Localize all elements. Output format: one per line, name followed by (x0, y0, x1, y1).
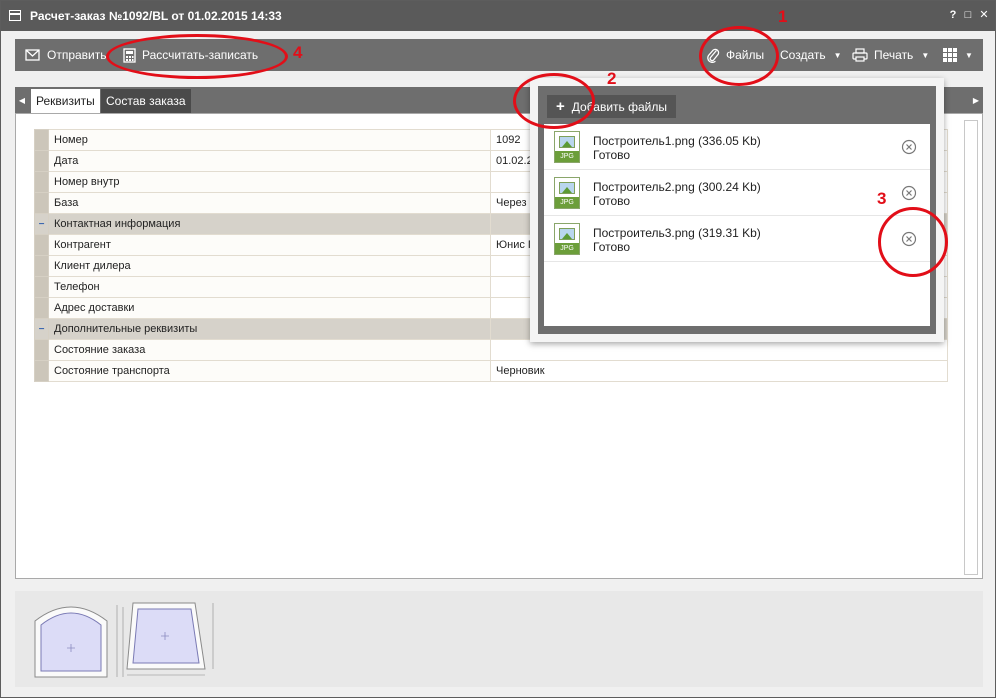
row-label: Дата (48, 150, 491, 172)
create-button[interactable]: Создать ▼ (780, 39, 842, 71)
paperclip-icon (707, 48, 720, 63)
grid-menu-button[interactable]: ▼ (943, 39, 973, 71)
remove-file-icon[interactable] (901, 139, 917, 155)
table-row: Состояние заказа (34, 339, 948, 361)
remove-file-icon[interactable] (901, 185, 917, 201)
files-button[interactable]: Файлы (706, 39, 764, 71)
grid-icon (943, 48, 957, 62)
send-button[interactable]: Отправить (25, 39, 107, 71)
send-label: Отправить (47, 48, 107, 62)
row-value[interactable]: Черновик (490, 360, 948, 382)
create-chevron-down-icon: ▼ (833, 50, 842, 60)
print-button[interactable]: Печать ▼ (852, 39, 929, 71)
row-label: Адрес доставки (48, 297, 491, 319)
annotation-number: 2 (607, 69, 617, 88)
list-item[interactable]: JPG Построитель1.png (336.05 Kb) Готово (544, 124, 930, 170)
files-popup: + Добавить файлы JPG Построитель1.png (3… (530, 78, 944, 342)
tabs-scroll-right-icon[interactable]: ▶ (969, 87, 983, 113)
file-name: Построитель1.png (336.05 Kb) (593, 134, 761, 148)
annotation-number: 4 (293, 43, 303, 62)
file-list: JPG Построитель1.png (336.05 Kb) Готово … (544, 124, 930, 326)
file-status: Готово (593, 240, 631, 254)
file-status: Готово (593, 148, 631, 162)
window-title: Расчет-заказ №1092/BL от 01.02.2015 14:3… (30, 9, 282, 23)
print-chevron-down-icon: ▼ (921, 50, 930, 60)
collapse-icon[interactable]: − (34, 213, 49, 235)
list-item[interactable]: JPG Построитель2.png (300.24 Kb) Готово (544, 170, 930, 216)
group-label: Контактная информация (48, 213, 491, 235)
plus-icon: + (556, 98, 565, 115)
calculator-icon (123, 47, 136, 63)
row-label: Телефон (48, 276, 491, 298)
calculate-save-label: Рассчитать-записать (142, 48, 259, 62)
row-label: Состояние заказа (48, 339, 491, 361)
add-files-button[interactable]: + Добавить файлы (547, 95, 677, 118)
image-file-icon: JPG (554, 131, 580, 163)
window-drawing-arched (34, 605, 124, 678)
list-item[interactable]: JPG Построитель3.png (319.31 Kb) Готово (544, 216, 930, 262)
grid-menu-chevron-down-icon: ▼ (965, 50, 973, 60)
close-button[interactable]: ✕ (978, 9, 990, 21)
print-label: Печать (874, 48, 914, 62)
tabs-scroll-left-icon[interactable]: ◀ (15, 87, 29, 113)
file-name: Построитель2.png (300.24 Kb) (593, 180, 761, 194)
annotation-number: 1 (778, 7, 788, 26)
file-status: Готово (593, 194, 631, 208)
calculate-save-button[interactable]: Рассчитать-записать (123, 39, 258, 71)
printer-icon (852, 48, 868, 62)
row-label: Контрагент (48, 234, 491, 256)
files-label: Файлы (726, 48, 765, 62)
row-value[interactable] (490, 339, 948, 361)
window-icon (9, 10, 21, 21)
file-name: Построитель3.png (319.31 Kb) (593, 226, 761, 240)
toolbar-area: Отправить Рассчитать-записать Файлы Созд… (1, 31, 995, 77)
table-row: Состояние транспорта Черновик (34, 360, 948, 382)
tab-order-composition[interactable]: Состав заказа (101, 89, 191, 113)
collapse-icon[interactable]: − (34, 318, 49, 340)
order-window: Расчет-заказ №1092/BL от 01.02.2015 14:3… (0, 0, 996, 698)
create-label: Создать (780, 48, 826, 62)
tab-requisites[interactable]: Реквизиты (31, 89, 100, 113)
maximize-button[interactable]: □ (962, 9, 974, 21)
content-scrollbar[interactable] (964, 120, 978, 575)
toolbar: Отправить Рассчитать-записать Файлы Созд… (15, 39, 983, 71)
envelope-icon (25, 49, 40, 61)
row-label: Клиент дилера (48, 255, 491, 277)
image-file-icon: JPG (554, 177, 580, 209)
row-label: Номер (48, 129, 491, 151)
add-files-label: Добавить файлы (571, 99, 668, 114)
preview-panel (15, 591, 983, 687)
annotation-number: 3 (877, 189, 887, 208)
group-label: Дополнительные реквизиты (48, 318, 491, 340)
title-bar: Расчет-заказ №1092/BL от 01.02.2015 14:3… (1, 1, 995, 31)
remove-file-icon[interactable] (901, 231, 917, 247)
row-label: База (48, 192, 491, 214)
row-label: Состояние транспорта (48, 360, 491, 382)
help-button[interactable]: ? (947, 9, 959, 21)
image-file-icon: JPG (554, 223, 580, 255)
window-drawing-trapezoid (126, 602, 214, 676)
row-label: Номер внутр (48, 171, 491, 193)
